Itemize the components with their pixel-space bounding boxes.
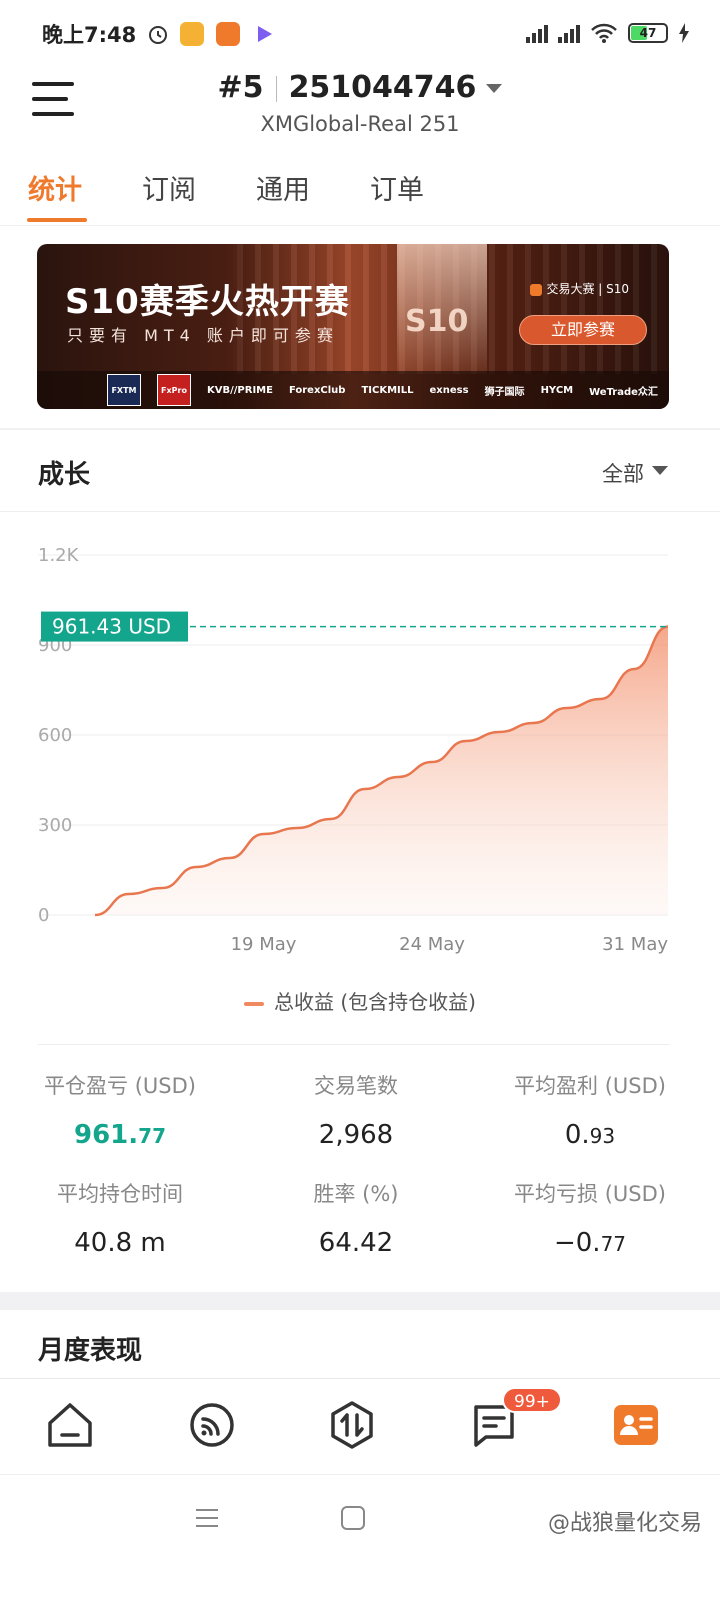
x-tick-label: 24 May <box>399 934 465 955</box>
sponsor-logo: exness <box>429 384 469 396</box>
sponsor-logo: WeTrade众汇 <box>589 386 658 398</box>
sponsor-logo: 狮子国际 <box>484 386 525 398</box>
app-header: #5 251044746 XMGlobal-Real 251 <box>0 68 720 158</box>
y-tick-label: 600 <box>38 725 72 746</box>
tab-bar: 统计 订阅 通用 订单 <box>0 158 720 226</box>
growth-header: 成长 全部 <box>0 430 720 512</box>
signal-icon <box>526 23 548 43</box>
promo-banner[interactable]: S10赛季火热开赛 只要有 MT4 账户即可参赛 S10 交易大赛 | S10 … <box>37 244 669 409</box>
sponsor-logo: KVB//PRIME <box>207 384 273 396</box>
y-tick-label: 1.2K <box>38 545 80 566</box>
stat-label: 平均持仓时间 <box>57 1182 183 1206</box>
chevron-down-icon[interactable] <box>652 466 668 475</box>
banner-subtitle: 只要有 MT4 账户即可参赛 <box>67 326 339 345</box>
stat-closed-pnl: 平仓盈亏 (USD) 961.77 <box>0 1070 240 1150</box>
banner-title: S10赛季火热开赛 <box>65 282 350 322</box>
y-tick-label: 300 <box>38 815 72 836</box>
range-dropdown[interactable]: 全部 <box>602 458 644 488</box>
banner-brand: 交易大赛 | S10 <box>530 280 629 297</box>
home-icon[interactable] <box>44 1399 96 1451</box>
notes-app-icon <box>180 22 204 46</box>
charging-icon <box>679 23 689 43</box>
stat-value: −0.77 <box>553 1228 627 1258</box>
growth-chart: 03006009001.2K961.43 USD19 May 24 May 31 M… <box>38 545 668 955</box>
divider <box>38 1044 670 1045</box>
join-contest-button[interactable]: 立即参赛 <box>519 315 647 345</box>
growth-section: 成长 全部 0 300 600 900 1.2K 961.43 USD 19 May 24 M… <box>0 430 720 1292</box>
wifi-icon <box>591 23 617 43</box>
sponsor-logo: FxPro <box>157 374 191 406</box>
stat-label: 平均盈利 (USD) <box>514 1074 666 1098</box>
stat-avg-loss: 平均亏损 (USD) −0.77 <box>470 1178 710 1258</box>
tab-general[interactable]: 通用 <box>256 168 310 207</box>
account-number: 251044746 <box>288 70 477 105</box>
trade-icon[interactable] <box>326 1399 378 1451</box>
bottom-nav: 99+ <box>0 1378 720 1474</box>
profile-icon[interactable] <box>610 1399 662 1451</box>
sponsor-logo: HYCM <box>540 384 574 396</box>
chevron-down-icon <box>486 84 503 93</box>
sponsor-logo: FXTM <box>107 374 141 406</box>
banner-season-mark: S10 <box>405 304 469 339</box>
stat-label: 平均亏损 (USD) <box>514 1182 666 1206</box>
app-notification-icon <box>216 22 240 46</box>
legend-label: 总收益 (包含持仓收益) <box>274 990 476 1014</box>
chart-legend[interactable]: 总收益 (包含持仓收益) <box>0 986 720 1015</box>
stat-value: 2,968 <box>318 1120 394 1150</box>
account-index: #5 <box>217 70 264 105</box>
feed-icon[interactable] <box>186 1399 238 1451</box>
battery-icon: 47 <box>628 23 668 43</box>
server-name: XMGlobal-Real 251 <box>260 112 460 136</box>
y-tick-label: 0 <box>38 905 49 926</box>
stat-win-rate: 胜率 (%) 64.42 <box>236 1178 476 1258</box>
current-value-label: 961.43 USD <box>52 615 171 639</box>
stat-trade-count: 交易笔数 2,968 <box>236 1070 476 1150</box>
play-app-icon <box>258 26 272 42</box>
alarm-icon <box>149 26 167 44</box>
message-badge: 99+ <box>502 1387 562 1413</box>
status-bar: 晚上7:48 47 <box>0 0 720 68</box>
area-fill <box>95 626 668 915</box>
contest-logo-icon <box>530 283 543 296</box>
system-nav-bar: @战狼量化交易 <box>0 1474 720 1600</box>
stat-value: 961.77 <box>74 1120 166 1150</box>
recents-icon[interactable] <box>194 1505 220 1531</box>
stat-label: 平仓盈亏 (USD) <box>44 1074 196 1098</box>
stat-label: 交易笔数 <box>314 1074 398 1098</box>
monthly-title: 月度表现 <box>38 1336 143 1366</box>
stat-value: 0.93 <box>564 1120 616 1150</box>
status-time: 晚上7:48 <box>42 23 137 47</box>
sponsor-logo: ForexClub <box>288 384 346 396</box>
account-selector[interactable]: #5 251044746 <box>0 70 720 105</box>
x-tick-label: 19 May <box>231 934 297 955</box>
banner-section: S10赛季火热开赛 只要有 MT4 账户即可参赛 S10 交易大赛 | S10 … <box>0 226 720 428</box>
home-button-icon[interactable] <box>340 1505 366 1531</box>
x-tick-label: 31 May <box>602 934 668 955</box>
signal-hd-icon <box>558 23 580 43</box>
tab-statistics[interactable]: 统计 <box>28 168 82 207</box>
legend-swatch <box>244 1001 265 1006</box>
tab-orders[interactable]: 订单 <box>370 168 424 207</box>
stat-label: 胜率 (%) <box>313 1182 399 1206</box>
stat-avg-profit: 平均盈利 (USD) 0.93 <box>470 1070 710 1150</box>
monthly-section: 月度表现 <box>0 1310 720 1380</box>
watermark: @战狼量化交易 <box>547 1511 702 1536</box>
sponsor-logo: TICKMILL <box>361 384 414 396</box>
stat-avg-hold-time: 平均持仓时间 40.8 m <box>0 1178 240 1258</box>
stat-value: 64.42 <box>318 1228 394 1258</box>
growth-title: 成长 <box>38 460 91 490</box>
tab-subscribe[interactable]: 订阅 <box>142 168 196 207</box>
status-indicators: 47 <box>526 22 690 44</box>
stat-value: 40.8 m <box>74 1228 166 1258</box>
active-tab-indicator <box>27 218 87 222</box>
sponsor-strip: FXTM FxPro KVB//PRIME ForexClub TICKMILL… <box>37 371 669 409</box>
